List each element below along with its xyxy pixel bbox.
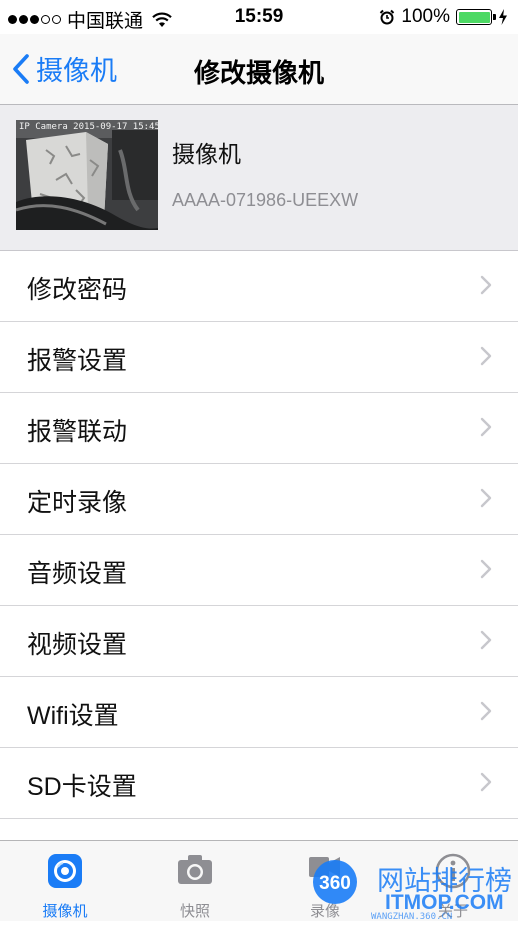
chevron-right-icon xyxy=(480,275,492,295)
settings-row-label: 视频设置 xyxy=(27,631,128,659)
settings-row-label: Wifi设置 xyxy=(27,702,119,730)
navigation-bar: 摄像机 修改摄像机 xyxy=(0,34,518,105)
chevron-right-icon xyxy=(480,772,492,792)
settings-row-label: 音频设置 xyxy=(27,560,128,588)
page-title: 修改摄像机 xyxy=(193,58,324,88)
alarm-clock-icon xyxy=(380,9,395,25)
battery-icon xyxy=(456,9,496,25)
settings-row-label: 定时录像 xyxy=(27,489,128,517)
settings-row[interactable]: SD卡设置 xyxy=(0,748,518,819)
photo-camera-icon xyxy=(178,855,212,884)
charging-bolt-icon xyxy=(499,9,507,25)
camera-name: 摄像机 xyxy=(172,141,241,167)
settings-row[interactable]: 音频设置 xyxy=(0,535,518,606)
camera-lens-icon xyxy=(48,854,82,888)
settings-row[interactable]: 定时录像 xyxy=(0,464,518,535)
chevron-right-icon xyxy=(480,417,492,437)
settings-row[interactable]: 修改密码 xyxy=(0,251,518,322)
tab-camera[interactable]: 摄像机 xyxy=(0,841,130,921)
status-bar: 中国联通 15:59 100% xyxy=(0,0,518,34)
camera-thumbnail[interactable]: IP Camera 2015-09-17 15:45:24 xyxy=(16,120,158,230)
chevron-right-icon xyxy=(480,630,492,650)
settings-row[interactable]: 视频设置 xyxy=(0,606,518,677)
camera-snapshot-image xyxy=(16,120,158,230)
settings-row[interactable]: 报警联动 xyxy=(0,393,518,464)
watermark-sub: WANGZHAN.360.CN xyxy=(371,912,452,920)
camera-header: IP Camera 2015-09-17 15:45:24 xyxy=(0,105,518,251)
chevron-right-icon xyxy=(480,346,492,366)
tab-camera-label: 摄像机 xyxy=(42,903,88,920)
watermark: 360 网站排行榜 ITMOP.COM WANGZHAN.360.CN xyxy=(305,856,515,922)
chevron-right-icon xyxy=(480,488,492,508)
battery-percent: 100% xyxy=(401,6,450,27)
tab-snapshot-label: 快照 xyxy=(179,903,210,920)
chevron-right-icon xyxy=(480,701,492,721)
thumbnail-timestamp: IP Camera 2015-09-17 15:45:24 xyxy=(19,122,158,132)
tab-snapshot[interactable]: 快照 xyxy=(130,841,260,921)
settings-list: 修改密码报警设置报警联动定时录像音频设置视频设置 Wifi设置 SD卡设置 xyxy=(0,251,518,819)
settings-row-label: SD卡设置 xyxy=(27,773,137,801)
watermark-logo: 360 网站排行榜 ITMOP.COM WANGZHAN.360.CN xyxy=(313,860,512,922)
settings-row-label: 报警设置 xyxy=(27,347,128,375)
settings-row-label: 报警联动 xyxy=(27,418,128,446)
watermark-site: ITMOP.COM xyxy=(385,891,504,914)
watermark-badge: 360 xyxy=(319,873,351,894)
camera-id: AAAA-071986-UEEXW xyxy=(172,190,359,210)
settings-row-label: 修改密码 xyxy=(27,276,128,304)
settings-row[interactable]: Wifi设置 xyxy=(0,677,518,748)
chevron-right-icon xyxy=(480,559,492,579)
settings-row[interactable]: 报警设置 xyxy=(0,322,518,393)
